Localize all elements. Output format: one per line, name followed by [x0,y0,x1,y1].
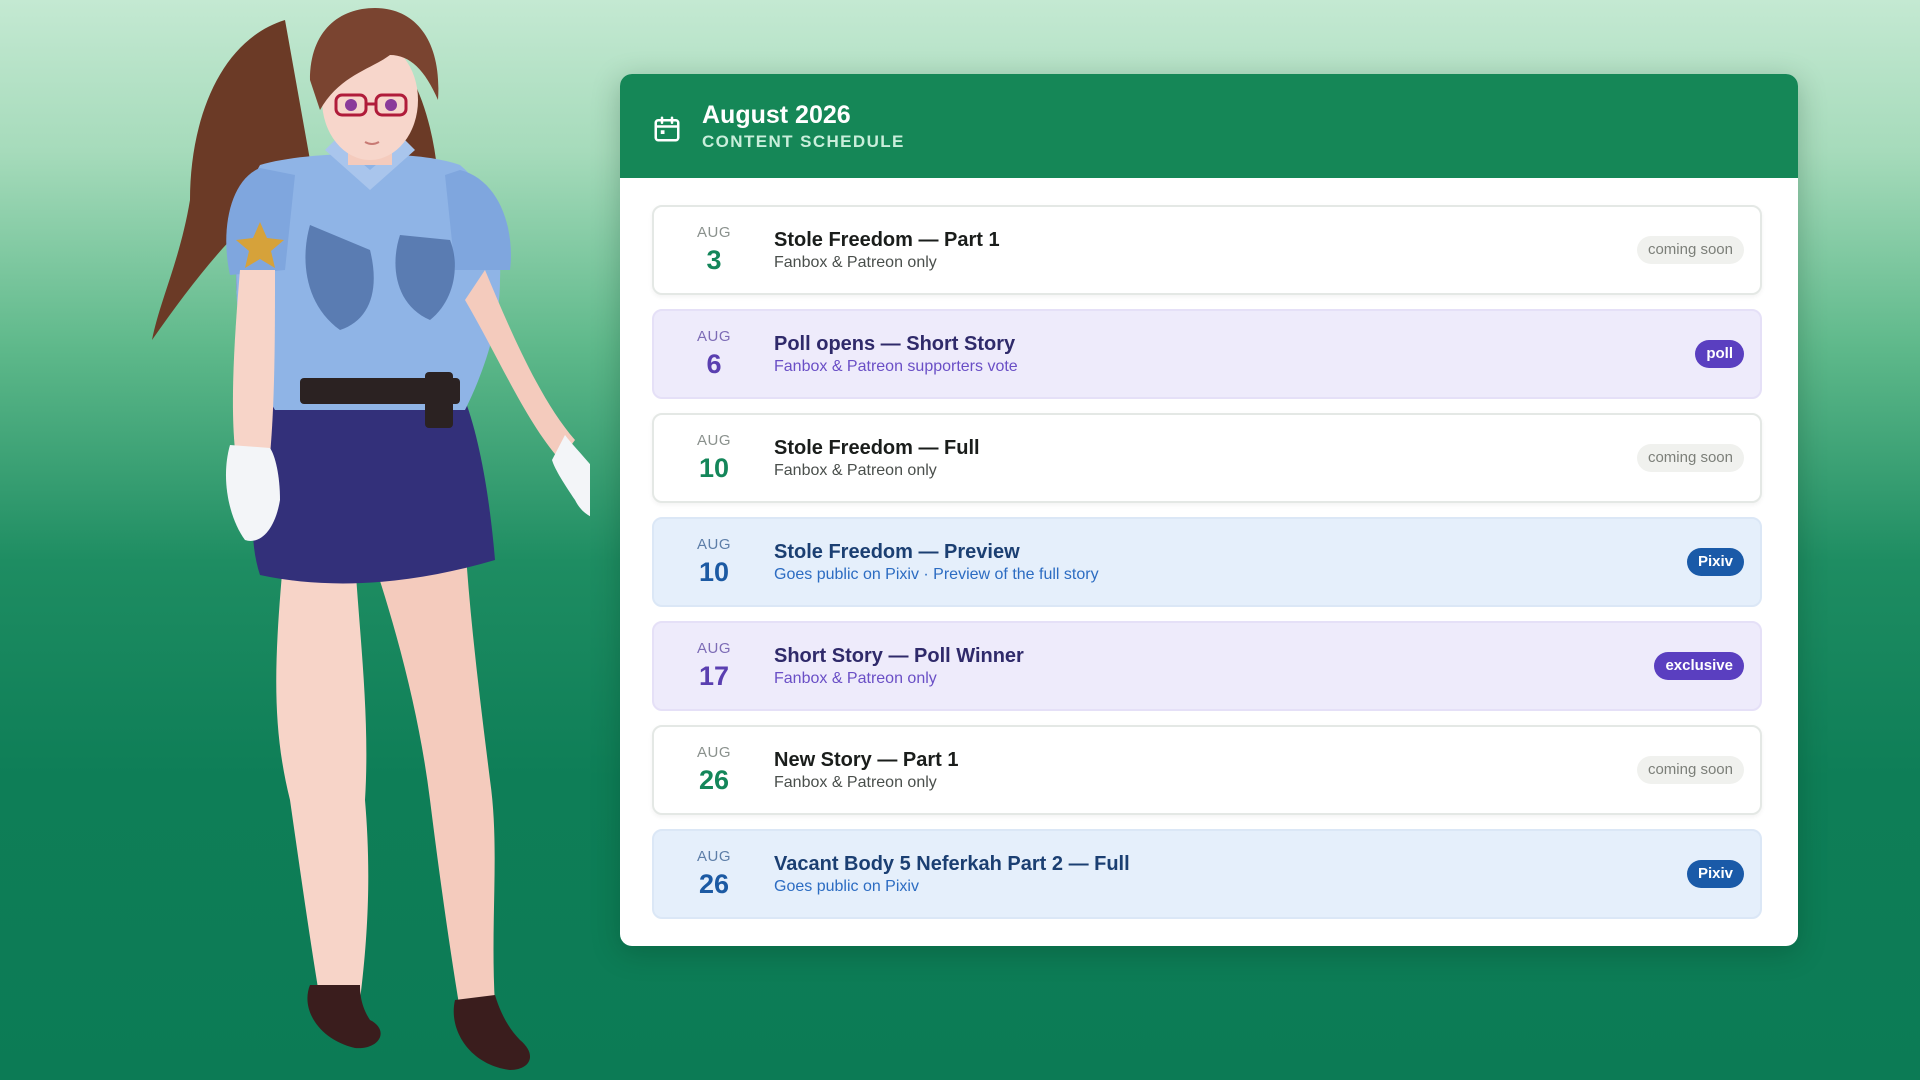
event-month: AUG [696,327,731,345]
event-day: 26 [698,868,730,899]
calendar-icon [652,114,682,144]
event-subtitle: Goes public on Pixiv · Preview of the fu… [774,565,1099,583]
event-date: AUG 17 [654,639,774,692]
event-subtitle: Fanbox & Patreon only [774,773,937,791]
poll-badge: poll [1695,340,1744,368]
event-date: AUG 26 [654,743,774,796]
event-month: AUG [696,639,731,657]
schedule-header: August 2026 CONTENT SCHEDULE [620,74,1798,178]
event-row[interactable]: AUG 10 Stole Freedom — Full Fanbox & Pat… [652,413,1762,503]
schedule-subtitle: CONTENT SCHEDULE [702,131,905,151]
event-day: 10 [698,452,730,483]
event-date: AUG 26 [654,847,774,900]
event-day: 6 [706,348,722,379]
event-row[interactable]: AUG 10 Stole Freedom — Preview Goes publ… [652,517,1762,607]
event-day: 3 [706,244,722,275]
event-subtitle: Fanbox & Patreon only [774,253,937,271]
event-subtitle: Fanbox & Patreon only [774,669,937,687]
event-title: Poll opens — Short Story [774,332,1016,355]
event-month: AUG [696,431,731,449]
character-illustration [152,8,590,1070]
event-date: AUG 6 [654,327,774,380]
event-title: Stole Freedom — Full [774,436,980,459]
event-row[interactable]: AUG 3 Stole Freedom — Part 1 Fanbox & Pa… [652,205,1762,295]
event-month: AUG [696,847,731,865]
event-title: Stole Freedom — Part 1 [774,228,1000,251]
event-title: Vacant Body 5 Neferkah Part 2 — Full [774,852,1130,875]
pixiv-badge: Pixiv [1686,860,1744,888]
event-row[interactable]: AUG 6 Poll opens — Short Story Fanbox & … [652,309,1762,399]
event-list: AUG 3 Stole Freedom — Part 1 Fanbox & Pa… [652,205,1762,933]
event-month: AUG [696,743,731,761]
event-date: AUG 10 [654,535,774,588]
event-subtitle: Fanbox & Patreon only [774,461,937,479]
coming-soon-badge: coming soon [1636,444,1744,472]
schedule-card: August 2026 CONTENT SCHEDULE AUG 3 Stole… [620,74,1798,946]
event-subtitle: Fanbox & Patreon supporters vote [774,357,1018,375]
event-title: New Story — Part 1 [774,748,959,771]
schedule-title: August 2026 [702,100,851,129]
event-date: AUG 3 [654,223,774,276]
pixiv-badge: Pixiv [1686,548,1744,576]
event-month: AUG [696,535,731,553]
exclusive-badge: exclusive [1654,652,1744,680]
event-month: AUG [696,223,731,241]
event-row[interactable]: AUG 26 New Story — Part 1 Fanbox & Patre… [652,725,1762,815]
coming-soon-badge: coming soon [1636,236,1744,264]
event-day: 17 [698,660,730,691]
event-title: Short Story — Poll Winner [774,644,1024,667]
event-subtitle: Goes public on Pixiv [774,877,919,895]
event-day: 26 [698,764,730,795]
event-date: AUG 10 [654,431,774,484]
event-title: Stole Freedom — Preview [774,540,1020,563]
coming-soon-badge: coming soon [1636,756,1744,784]
event-row[interactable]: AUG 26 Vacant Body 5 Neferkah Part 2 — F… [652,829,1762,919]
event-day: 10 [698,556,730,587]
event-row[interactable]: AUG 17 Short Story — Poll Winner Fanbox … [652,621,1762,711]
